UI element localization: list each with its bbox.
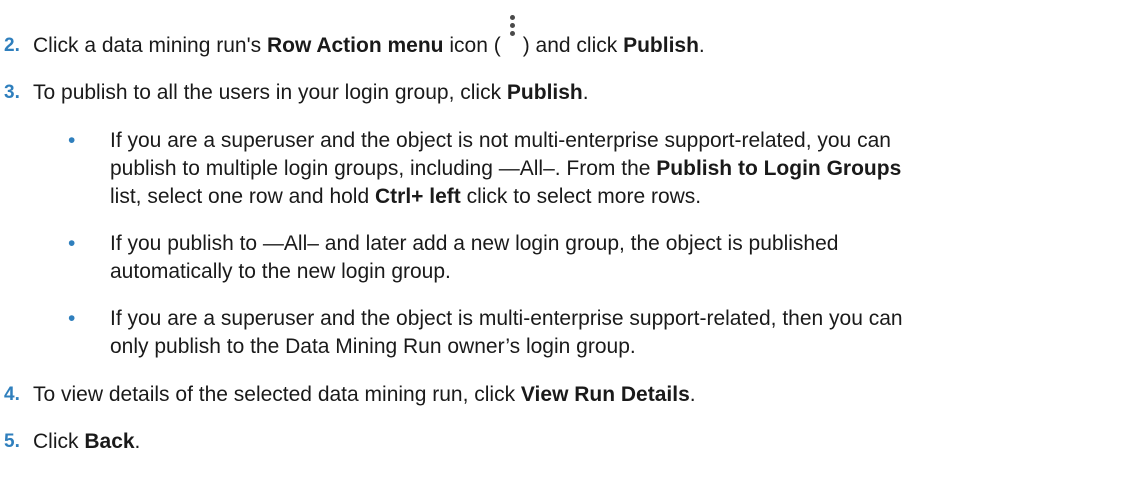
bullet-text: If you are a superuser and the object is… [110,127,1120,211]
step-text-part: To publish to all the users in your logi… [33,81,507,104]
step-text: Click Back. [33,428,140,456]
bullet-line-part: publish to multiple login groups, includ… [110,157,657,180]
step-text-part: ) and click [522,34,624,57]
bullet-text: If you publish to —All– and later add a … [110,230,1120,286]
bullet-line: publish to multiple login groups, includ… [110,155,1120,183]
step-text-part: . [689,383,696,406]
step-text-part: . [582,81,589,104]
step-text-part: Click [33,430,85,453]
publish-to-login-groups-label: Publish to Login Groups [656,157,902,180]
step-text-part: . [698,34,705,57]
step-text-part: To view details of the selected data min… [33,383,521,406]
bullet-line: If you are a superuser and the object is… [110,307,903,330]
step-text: To view details of the selected data min… [33,381,696,409]
step-text: To publish to all the users in your logi… [33,79,589,107]
bullet-line: only publish to the Data Mining Run owne… [110,335,636,358]
step-text-part: icon ( [443,34,501,57]
bullet-line: If you publish to —All– and later add a … [110,232,839,255]
step-number: 2. [4,35,20,56]
back-label: Back [84,430,135,453]
bullet-line: list, select one row and hold Ctrl+ left… [110,183,1120,211]
publish-label: Publish [623,34,699,57]
bullet-dot: • [68,307,76,330]
bullet-dot: • [68,232,76,255]
bullet-line-part: list, select one row and hold [110,185,375,208]
bullet-text: If you are a superuser and the object is… [110,305,1120,361]
view-run-details-label: View Run Details [520,383,690,406]
kebab-vertical-icon [502,12,521,56]
bullet-line: automatically to the new login group. [110,260,451,283]
bullet-dot: • [68,129,76,152]
step-text-part: Click a data mining run's [33,34,267,57]
step-text: Click a data mining run's Row Action men… [33,12,705,60]
row-action-menu-label: Row Action menu [266,34,444,57]
step-number: 5. [4,431,20,452]
step-number: 3. [4,82,20,103]
publish-label: Publish [506,81,583,104]
step-number: 4. [4,384,20,405]
bullet-line: If you are a superuser and the object is… [110,129,891,152]
ctrl-left-label: Ctrl+ left [374,185,461,208]
kebab-icon-wrap [501,12,523,60]
step-text-part: . [134,430,141,453]
document-page: { "steps": [ { "num": "2.", "parts": { "… [0,0,1129,478]
bullet-line-part: click to select more rows. [460,185,702,208]
